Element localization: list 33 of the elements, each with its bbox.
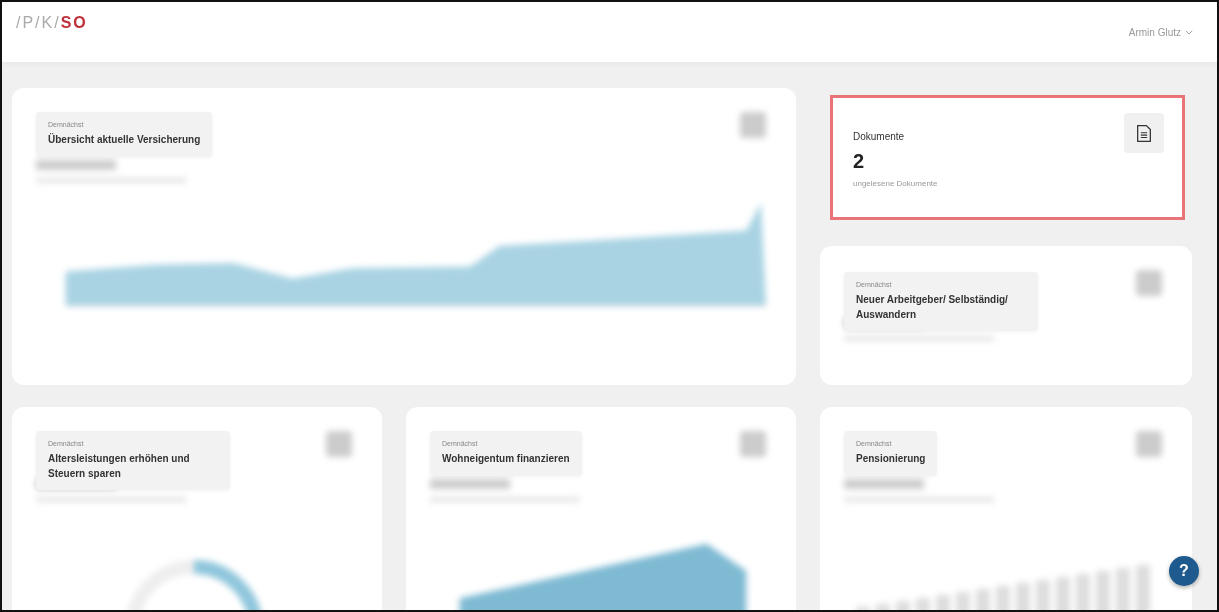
blurred-bar — [1076, 574, 1090, 610]
blurred-bar — [1116, 568, 1130, 610]
blurred-bar — [976, 589, 990, 610]
blurred-bar — [856, 607, 870, 610]
help-button[interactable]: ? — [1169, 556, 1199, 586]
card-title: Altersleistungen erhöhen und Steuern sparen — [48, 452, 191, 481]
blurred-bar — [916, 598, 930, 610]
blurred-bar — [876, 604, 890, 610]
card-subtitle: ungelesene Dokumente — [853, 179, 938, 188]
blurred-bar — [1136, 565, 1150, 610]
blurred-icon — [740, 431, 766, 457]
blurred-icon — [740, 112, 766, 138]
caret-icon — [1185, 29, 1193, 35]
card-title: Neuer Arbeitgeber/ Selbständig/ Auswandern — [856, 293, 1009, 322]
blurred-bar — [936, 595, 950, 610]
blurred-icon — [1136, 431, 1162, 457]
documents-card[interactable]: Dokumente 2 ungelesene Dokumente — [830, 95, 1185, 220]
blurred-bar — [1036, 580, 1050, 610]
blurred-bar — [956, 592, 970, 610]
blurred-bar — [1056, 577, 1070, 610]
card-title: Wohneigentum finanzieren — [442, 452, 570, 466]
blurred-icon — [1136, 270, 1162, 296]
logo[interactable]: /P/K/SO — [16, 14, 88, 32]
document-count: 2 — [853, 150, 866, 173]
blurred-bar — [896, 601, 910, 610]
blurred-bar — [1096, 571, 1110, 610]
blurred-bar — [1016, 583, 1030, 610]
blurred-bar — [996, 586, 1010, 610]
card-title: Dokumente — [853, 131, 906, 142]
blurred-icon — [326, 431, 352, 457]
document-icon — [1124, 113, 1164, 153]
card-title: Pensionierung — [856, 452, 926, 466]
card-title: Übersicht aktuelle Versicherung — [48, 133, 201, 147]
